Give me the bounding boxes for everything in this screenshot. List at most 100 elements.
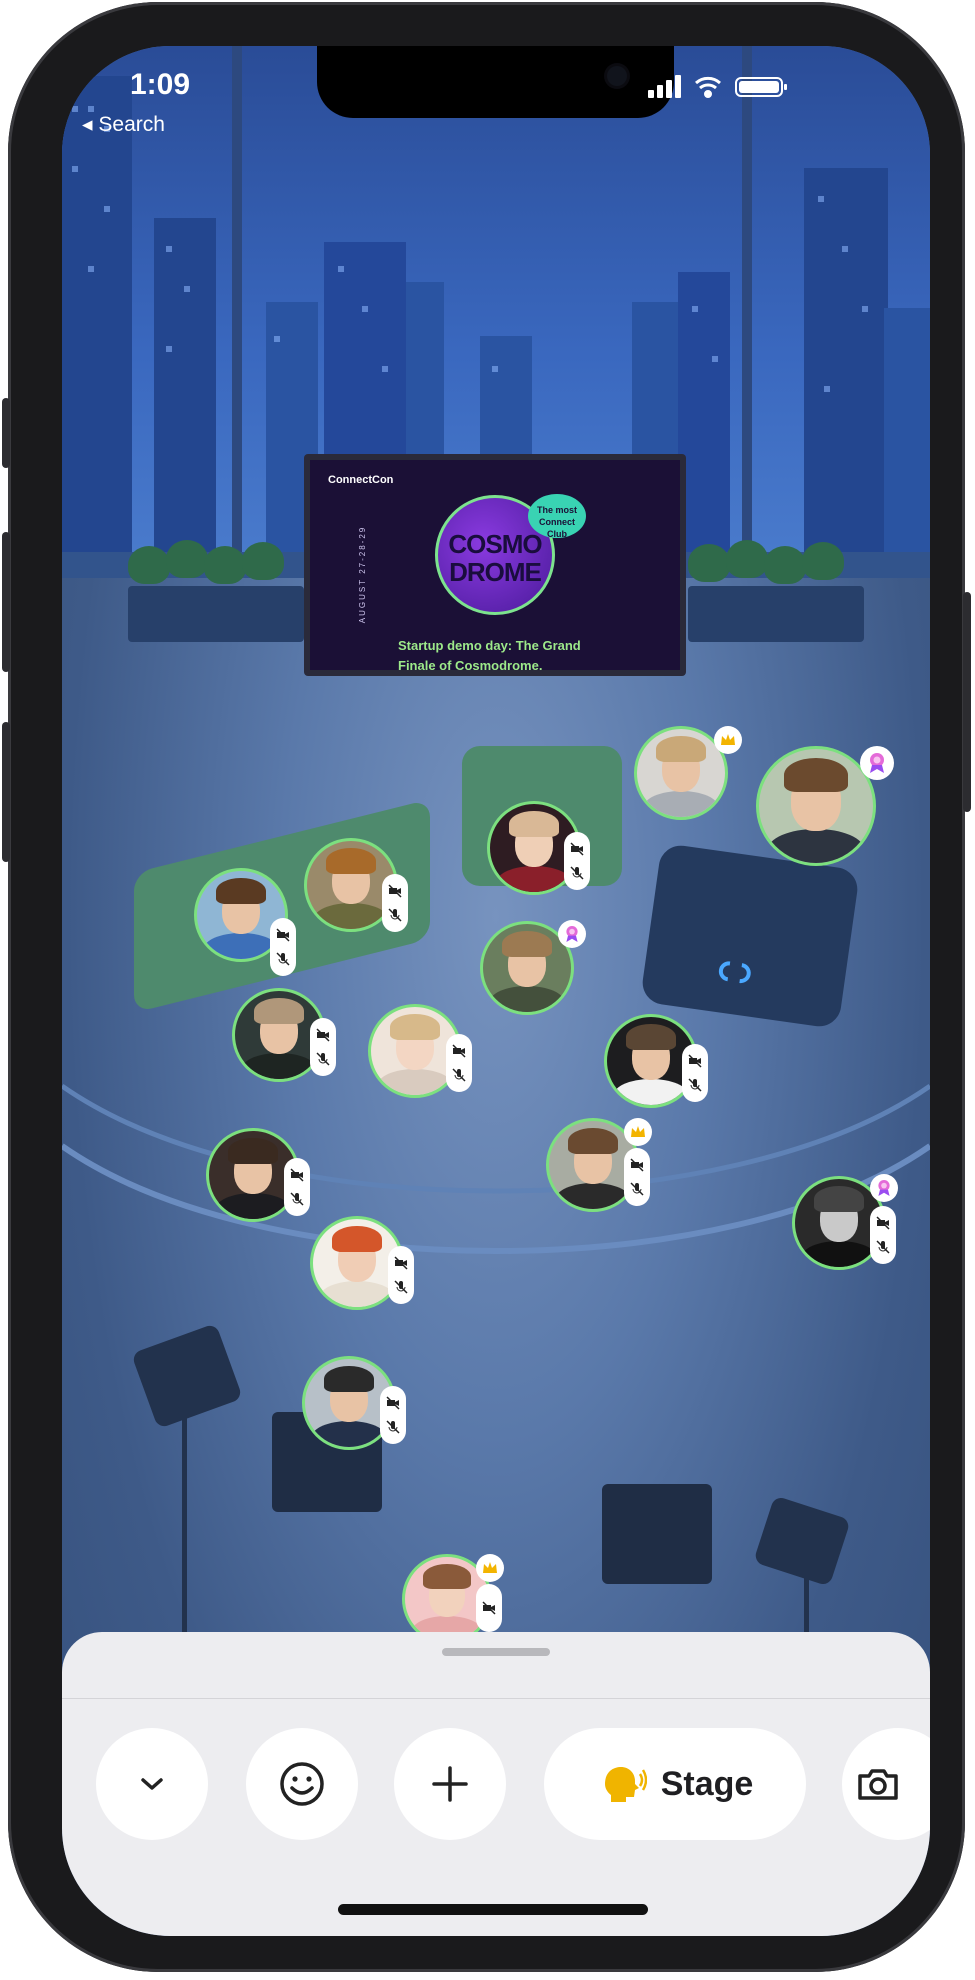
- volume-up-button: [2, 532, 10, 672]
- mic-off-icon: [570, 866, 584, 880]
- back-arrow-icon: ◂: [82, 113, 93, 136]
- muted-indicator: [270, 918, 296, 976]
- award-badge: [558, 920, 586, 948]
- plus-icon: [432, 1766, 468, 1802]
- planter-right: [688, 586, 864, 642]
- muted-indicator: [476, 1584, 502, 1632]
- plant: [242, 542, 284, 580]
- plant: [128, 546, 170, 584]
- connect-logo-icon: [718, 961, 751, 983]
- sheet-divider: [62, 1698, 930, 1699]
- stage-button[interactable]: Stage: [544, 1728, 806, 1840]
- camera-off-icon: [316, 1028, 330, 1042]
- crown-icon: [483, 1562, 497, 1573]
- mic-off-icon: [290, 1192, 304, 1206]
- camera-off-icon: [482, 1601, 496, 1615]
- award-badge: [860, 746, 894, 780]
- muted-indicator: [446, 1034, 472, 1092]
- muted-indicator: [284, 1158, 310, 1216]
- participant-avatar[interactable]: [756, 746, 876, 866]
- event-date: AUGUST 27-28-29: [358, 525, 368, 624]
- muted-indicator: [682, 1044, 708, 1102]
- muted-indicator: [870, 1206, 896, 1264]
- reactions-button[interactable]: [246, 1728, 358, 1840]
- mic-off-icon: [386, 1420, 400, 1434]
- plant: [204, 546, 246, 584]
- mic-off-icon: [452, 1068, 466, 1082]
- collapse-button[interactable]: [96, 1728, 208, 1840]
- muted-indicator: [564, 832, 590, 890]
- muted-indicator: [310, 1018, 336, 1076]
- brand-label: ConnectCon: [328, 474, 394, 486]
- award-icon: [870, 753, 884, 773]
- home-indicator[interactable]: [338, 1904, 648, 1915]
- power-button: [963, 592, 971, 812]
- battery-icon: [735, 77, 787, 97]
- mic-off-icon: [394, 1280, 408, 1294]
- speaking-head-icon: [604, 1767, 647, 1802]
- window-frame: [232, 46, 242, 566]
- camera-icon: [858, 1769, 898, 1800]
- plant: [764, 546, 806, 584]
- plant: [726, 540, 768, 578]
- crown-icon: [721, 734, 735, 745]
- screen-tagline: Startup demo day: The Grand Finale of Co…: [398, 638, 581, 670]
- sheet-grabber[interactable]: [442, 1648, 550, 1656]
- controls-sheet: Stage: [62, 1632, 930, 1936]
- signal-icon: [648, 75, 681, 98]
- camera-off-icon: [688, 1054, 702, 1068]
- crown-badge: [476, 1554, 504, 1582]
- muted-indicator: [382, 874, 408, 932]
- back-label: Search: [98, 113, 165, 136]
- notch: [317, 46, 674, 118]
- camera-off-icon: [570, 842, 584, 856]
- camera-off-icon: [394, 1256, 408, 1270]
- plant: [166, 540, 208, 578]
- status-time: 1:09: [130, 68, 191, 101]
- spotlight-stand: [182, 1416, 187, 1646]
- plant: [802, 542, 844, 580]
- status-icons: [648, 75, 787, 98]
- camera-off-icon: [386, 1396, 400, 1410]
- camera-off-icon: [876, 1216, 890, 1230]
- award-badge: [870, 1174, 898, 1202]
- host-desk: [639, 842, 861, 1030]
- mic-off-icon: [316, 1052, 330, 1066]
- camera-toggle-button[interactable]: [842, 1728, 930, 1840]
- award-icon: [878, 1180, 890, 1196]
- crown-icon: [631, 1126, 645, 1137]
- muted-indicator: [624, 1148, 650, 1206]
- app-screen: ConnectCon AUGUST 27-28-29 COSMO DROME Th…: [62, 46, 930, 1936]
- crown-badge: [714, 726, 742, 754]
- mic-off-icon: [388, 908, 402, 922]
- camera-off-icon: [388, 884, 402, 898]
- director-chair-right: [602, 1484, 712, 1584]
- wifi-icon: [695, 76, 721, 98]
- chevron-down-icon: [141, 1778, 163, 1790]
- back-to-search-link[interactable]: ◂ Search: [82, 112, 165, 137]
- muted-indicator: [388, 1246, 414, 1304]
- award-icon: [566, 926, 578, 942]
- crown-badge: [624, 1118, 652, 1146]
- camera-off-icon: [290, 1168, 304, 1182]
- mic-off-icon: [276, 952, 290, 966]
- camera-off-icon: [452, 1044, 466, 1058]
- volume-down-button: [2, 722, 10, 862]
- silent-switch: [2, 398, 10, 468]
- planter-left: [128, 586, 304, 642]
- connect-club-badge: The most Connect Club: [528, 494, 586, 539]
- muted-indicator: [380, 1386, 406, 1444]
- add-button[interactable]: [394, 1728, 506, 1840]
- plant: [688, 544, 730, 582]
- mic-off-icon: [630, 1182, 644, 1196]
- window-frame: [742, 46, 752, 566]
- phone-frame: ConnectCon AUGUST 27-28-29 COSMO DROME Th…: [2, 2, 971, 1972]
- stage-label: Stage: [660, 1764, 754, 1803]
- mic-off-icon: [876, 1240, 890, 1254]
- presentation-screen[interactable]: ConnectCon AUGUST 27-28-29 COSMO DROME Th…: [304, 454, 686, 676]
- mic-off-icon: [688, 1078, 702, 1092]
- smiley-icon: [280, 1762, 324, 1806]
- camera-off-icon: [630, 1158, 644, 1172]
- front-camera: [607, 66, 627, 86]
- camera-off-icon: [276, 928, 290, 942]
